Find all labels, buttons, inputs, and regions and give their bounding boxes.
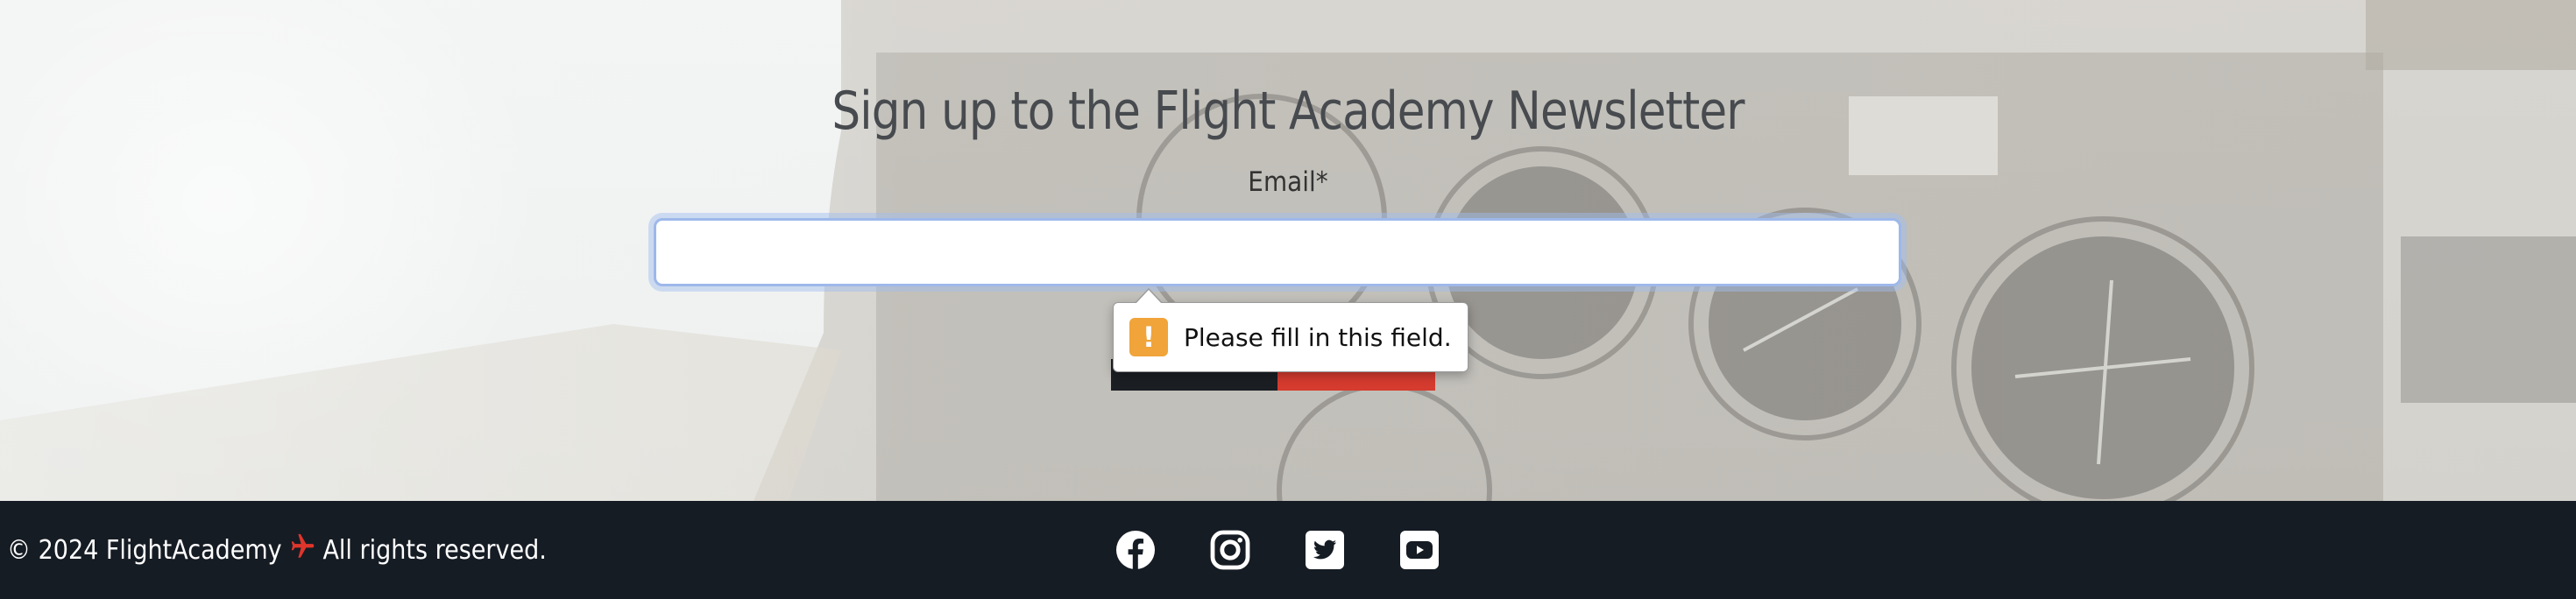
site-footer: © 2024 FlightAcademy All rights reserved… <box>0 501 2576 599</box>
email-input[interactable] <box>654 218 1901 286</box>
airplane-icon <box>288 532 316 568</box>
newsletter-section: Sign up to the Flight Academy Newsletter… <box>0 0 2576 501</box>
youtube-icon <box>1400 531 1439 569</box>
youtube-link[interactable] <box>1398 524 1440 576</box>
newsletter-title: Sign up to the Flight Academy Newsletter <box>832 81 1744 142</box>
copyright-text: © 2024 FlightAcademy All rights reserved… <box>7 501 547 599</box>
warning-icon: ! <box>1129 318 1168 356</box>
validation-tooltip: ! Please fill in this field. <box>1113 288 1468 372</box>
copyright-suffix: All rights reserved. <box>322 534 547 566</box>
twitter-link[interactable] <box>1304 524 1346 576</box>
validation-message: Please fill in this field. <box>1184 322 1452 352</box>
copyright-prefix: © 2024 FlightAcademy <box>7 534 282 566</box>
facebook-link[interactable] <box>1115 524 1157 576</box>
instagram-link[interactable] <box>1209 524 1251 576</box>
instagram-icon <box>1210 530 1250 570</box>
email-label: Email* <box>1248 166 1328 198</box>
facebook-icon <box>1116 531 1155 569</box>
twitter-icon <box>1306 531 1344 569</box>
social-links <box>1115 524 1440 576</box>
